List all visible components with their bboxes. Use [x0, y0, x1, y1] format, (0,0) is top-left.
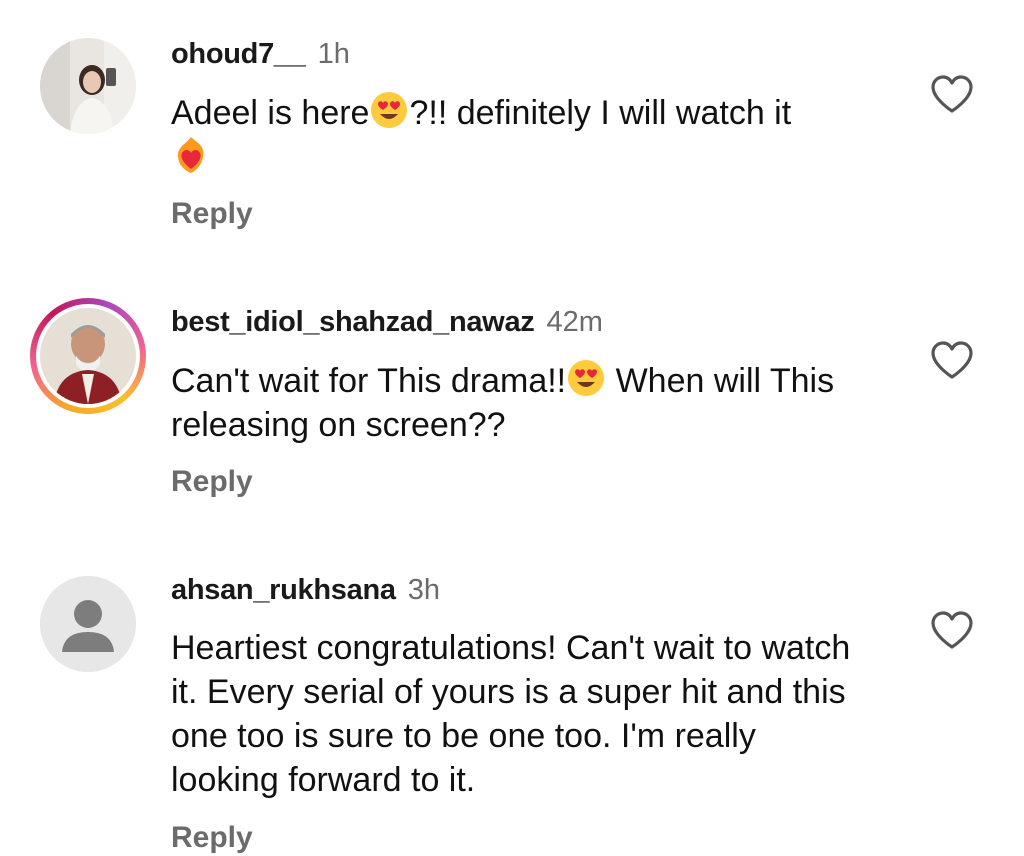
comment-meta: ahsan_rukhsana 3h — [171, 572, 440, 608]
avatar — [40, 308, 136, 404]
username[interactable]: best_idiol_shahzad_nawaz — [171, 306, 535, 338]
username[interactable]: ahsan_rukhsana — [171, 574, 396, 606]
timestamp: 3h — [407, 574, 440, 606]
reply-button[interactable]: Reply — [171, 820, 253, 856]
username[interactable]: ohoud7__ — [171, 38, 306, 70]
comment-item: ohoud7__ 1h Adeel is here ?!! definitely … — [0, 0, 1024, 270]
comment-meta: best_idiol_shahzad_nawaz 42m — [171, 304, 603, 340]
avatar-photo — [40, 38, 136, 134]
person-silhouette-icon — [40, 576, 136, 672]
comment-text-part: Adeel is here — [171, 94, 370, 132]
comment-text-part: Can't wait for This drama!! — [171, 362, 567, 400]
comment-meta: ohoud7__ 1h — [171, 36, 350, 72]
timestamp: 42m — [546, 306, 603, 338]
comment-item: ahsan_rukhsana 3h Heartiest congratulatio… — [0, 540, 1024, 854]
heart-on-fire-emoji — [177, 137, 204, 173]
avatar[interactable] — [40, 38, 136, 134]
comment-text: Adeel is here ?!! definitely I will watc… — [171, 90, 891, 180]
heart-eyes-emoji — [371, 92, 408, 128]
comment-text-part: ?!! definitely I will watch it — [409, 94, 792, 132]
heart-outline-icon[interactable] — [930, 340, 974, 380]
avatar[interactable] — [40, 576, 136, 672]
reply-button[interactable]: Reply — [171, 464, 253, 500]
avatar-photo — [40, 308, 136, 404]
heart-eyes-emoji — [568, 360, 605, 396]
story-ring[interactable] — [30, 298, 146, 414]
comment-text: Can't wait for This drama!! When will Th… — [171, 358, 871, 447]
comment-text: Heartiest congratulations! Can't wait to… — [171, 629, 851, 799]
reply-button[interactable]: Reply — [171, 196, 253, 232]
timestamp: 1h — [317, 38, 350, 70]
heart-outline-icon[interactable] — [930, 610, 974, 650]
heart-outline-icon[interactable] — [930, 74, 974, 114]
comment-item: best_idiol_shahzad_nawaz 42m Can't wait f… — [0, 270, 1024, 540]
